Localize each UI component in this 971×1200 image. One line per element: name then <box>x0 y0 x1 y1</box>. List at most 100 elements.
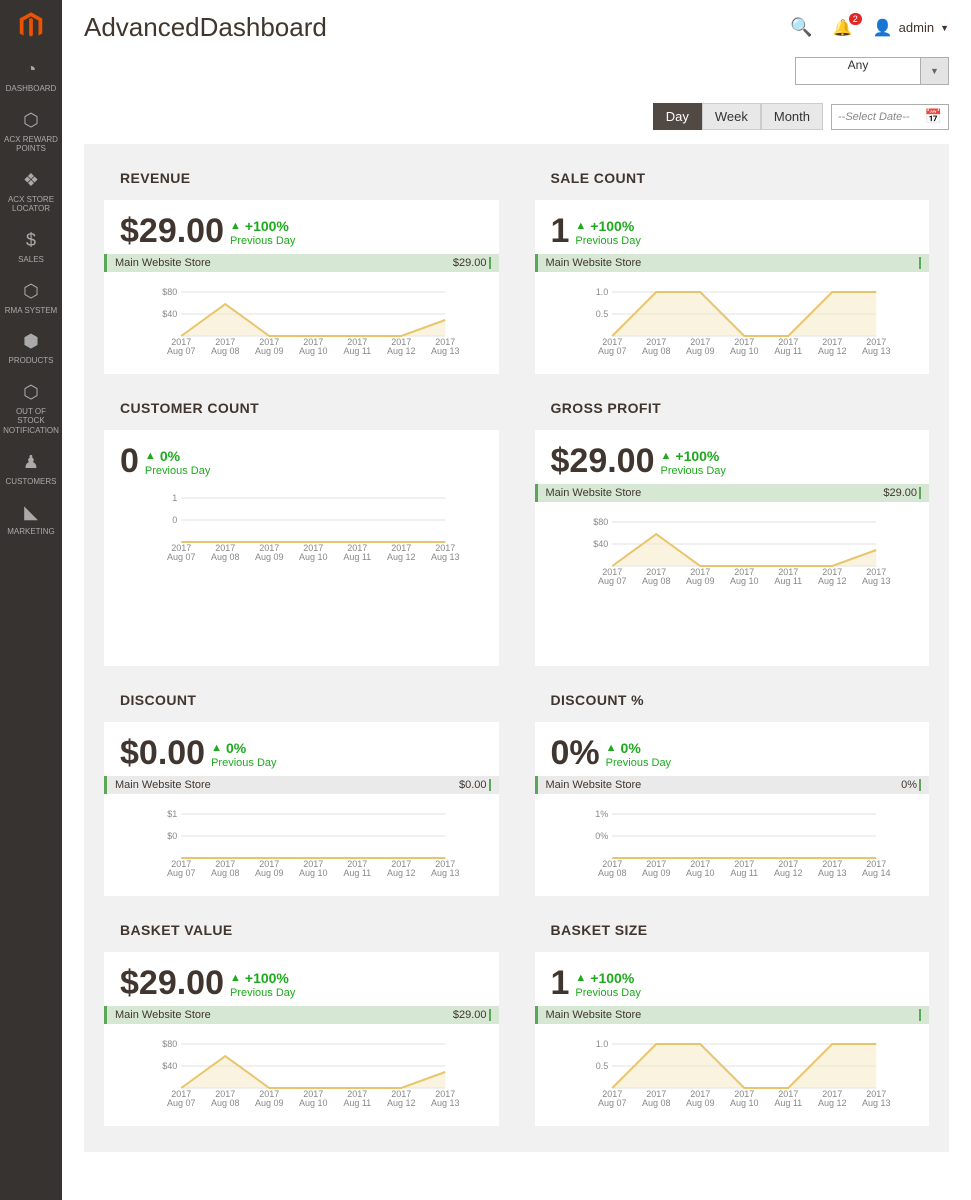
nav-item-products[interactable]: ⬢PRODUCTS <box>0 323 63 374</box>
controls: Any ▼ DayWeekMonth --Select Date-- 📅 <box>62 53 971 140</box>
user-menu[interactable]: 👤 admin ▼ <box>873 18 949 38</box>
store-name: Main Website Store <box>115 1009 211 1021</box>
notification-bell[interactable]: 🔔2 <box>833 18 853 38</box>
card-title: DISCOUNT <box>104 692 499 708</box>
svg-text:1.0: 1.0 <box>595 1039 608 1049</box>
trend: ▲0% Previous Day <box>211 740 276 770</box>
trend-change: 0% <box>621 740 641 757</box>
card-body: $29.00 ▲+100% Previous Day Main Website … <box>104 200 499 374</box>
svg-text:1: 1 <box>172 493 177 503</box>
svg-text:Aug 11: Aug 11 <box>343 552 371 562</box>
nav-label: RMA SYSTEM <box>3 306 59 316</box>
chart: 012017Aug 072017Aug 082017Aug 092017Aug … <box>120 492 483 562</box>
store-bar: Main Website Store$29.00 <box>104 1006 499 1024</box>
metric-value: 0% <box>551 736 600 770</box>
store-bar: Main Website Store0% <box>535 776 930 794</box>
store-bar: Main Website Store <box>535 1006 930 1024</box>
svg-text:Aug 12: Aug 12 <box>817 576 846 586</box>
user-icon: 👤 <box>873 18 893 38</box>
svg-text:Aug 12: Aug 12 <box>773 868 802 878</box>
nav-item-rma-system[interactable]: ⬡RMA SYSTEM <box>0 273 63 324</box>
notification-badge: 2 <box>849 13 862 25</box>
card-title: DISCOUNT % <box>535 692 930 708</box>
svg-text:Aug 09: Aug 09 <box>685 576 714 586</box>
trend-sub: Previous Day <box>575 987 640 1000</box>
svg-text:Aug 13: Aug 13 <box>817 868 846 878</box>
svg-text:Aug 10: Aug 10 <box>299 552 328 562</box>
nav-item-acx-reward-points[interactable]: ⬡ACX REWARD POINTS <box>0 102 63 162</box>
svg-text:Aug 13: Aug 13 <box>431 868 460 878</box>
trend: ▲+100% Previous Day <box>575 218 640 248</box>
nav-item-acx-store-locator[interactable]: ❖ACX STORE LOCATOR <box>0 162 63 222</box>
search-icon[interactable]: 🔍 <box>790 17 812 38</box>
calendar-icon[interactable]: 📅 <box>925 108 942 125</box>
nav-icon: ❖ <box>3 170 59 191</box>
card-discount-: DISCOUNT % 0% ▲0% Previous Day Main Webs… <box>535 692 930 896</box>
chart: $40$802017Aug 072017Aug 082017Aug 092017… <box>120 286 483 356</box>
chevron-up-icon: ▲ <box>211 742 222 755</box>
metric-value: 1 <box>551 966 570 1000</box>
period-tab-month[interactable]: Month <box>761 103 823 130</box>
svg-text:Aug 08: Aug 08 <box>641 346 670 356</box>
chevron-up-icon: ▲ <box>230 220 241 233</box>
store-value: $29.00 <box>453 257 491 269</box>
card-body: $0.00 ▲0% Previous Day Main Website Stor… <box>104 722 499 896</box>
svg-text:0%: 0% <box>595 831 608 841</box>
period-tab-week[interactable]: Week <box>702 103 761 130</box>
svg-text:Aug 08: Aug 08 <box>211 868 240 878</box>
svg-text:Aug 08: Aug 08 <box>211 346 240 356</box>
chart: $40$802017Aug 072017Aug 082017Aug 092017… <box>120 1038 483 1108</box>
store-bar: Main Website Store$29.00 <box>104 254 499 272</box>
nav-item-out-of-stock-notification[interactable]: ⬡OUT OF STOCK NOTIFICATION <box>0 374 63 444</box>
metric-value: $0.00 <box>120 736 205 770</box>
magento-logo[interactable] <box>14 8 49 43</box>
period-tab-day[interactable]: Day <box>653 103 702 130</box>
store-bar: Main Website Store$29.00 <box>535 484 930 502</box>
trend-sub: Previous Day <box>230 987 295 1000</box>
card-gross-profit: GROSS PROFIT $29.00 ▲+100% Previous Day … <box>535 400 930 666</box>
card-title: REVENUE <box>104 170 499 186</box>
nav-item-marketing[interactable]: ◣MARKETING <box>0 494 63 545</box>
metric-value: $29.00 <box>551 444 655 478</box>
store-select-dropdown-button[interactable]: ▼ <box>921 57 949 85</box>
svg-text:Aug 12: Aug 12 <box>387 1098 416 1108</box>
svg-text:Aug 10: Aug 10 <box>299 346 328 356</box>
sidebar: ◔DASHBOARD⬡ACX REWARD POINTS❖ACX STORE L… <box>0 0 62 1200</box>
svg-text:Aug 08: Aug 08 <box>211 552 240 562</box>
chevron-up-icon: ▲ <box>661 450 672 463</box>
nav-item-sales[interactable]: $SALES <box>0 222 63 273</box>
svg-text:$40: $40 <box>162 309 177 319</box>
card-title: SALE COUNT <box>535 170 930 186</box>
store-value: $29.00 <box>883 487 921 499</box>
nav-item-customers[interactable]: ♟CUSTOMERS <box>0 444 63 495</box>
svg-text:0.5: 0.5 <box>595 1061 608 1071</box>
metric-value: 0 <box>120 444 139 478</box>
svg-text:Aug 11: Aug 11 <box>343 1098 371 1108</box>
card-revenue: REVENUE $29.00 ▲+100% Previous Day Main … <box>104 170 499 374</box>
card-customer-count: CUSTOMER COUNT 0 ▲0% Previous Day 012017… <box>104 400 499 666</box>
card-body: 1 ▲+100% Previous Day Main Website Store… <box>535 200 930 374</box>
nav-label: PRODUCTS <box>3 356 59 366</box>
chevron-up-icon: ▲ <box>606 742 617 755</box>
svg-text:Aug 14: Aug 14 <box>861 868 890 878</box>
svg-text:Aug 07: Aug 07 <box>597 1098 626 1108</box>
store-value <box>917 1009 921 1021</box>
store-value: 0% <box>901 779 921 791</box>
svg-text:$1: $1 <box>167 809 177 819</box>
trend-change: +100% <box>245 218 289 235</box>
store-bar: Main Website Store <box>535 254 930 272</box>
card-basket-size: BASKET SIZE 1 ▲+100% Previous Day Main W… <box>535 922 930 1126</box>
svg-text:Aug 08: Aug 08 <box>597 868 626 878</box>
header: AdvancedDashboard 🔍 🔔2 👤 admin ▼ <box>62 0 971 53</box>
svg-text:Aug 13: Aug 13 <box>431 1098 460 1108</box>
svg-text:Aug 10: Aug 10 <box>729 1098 758 1108</box>
date-input[interactable]: --Select Date-- 📅 <box>831 104 949 130</box>
svg-text:0: 0 <box>172 515 177 525</box>
svg-text:Aug 11: Aug 11 <box>343 868 371 878</box>
nav-icon: $ <box>3 230 59 251</box>
svg-text:Aug 13: Aug 13 <box>431 552 460 562</box>
trend-sub: Previous Day <box>145 465 210 478</box>
store-select[interactable]: Any ▼ <box>795 57 949 85</box>
metric-value: 1 <box>551 214 570 248</box>
nav-item-dashboard[interactable]: ◔DASHBOARD <box>0 51 63 102</box>
